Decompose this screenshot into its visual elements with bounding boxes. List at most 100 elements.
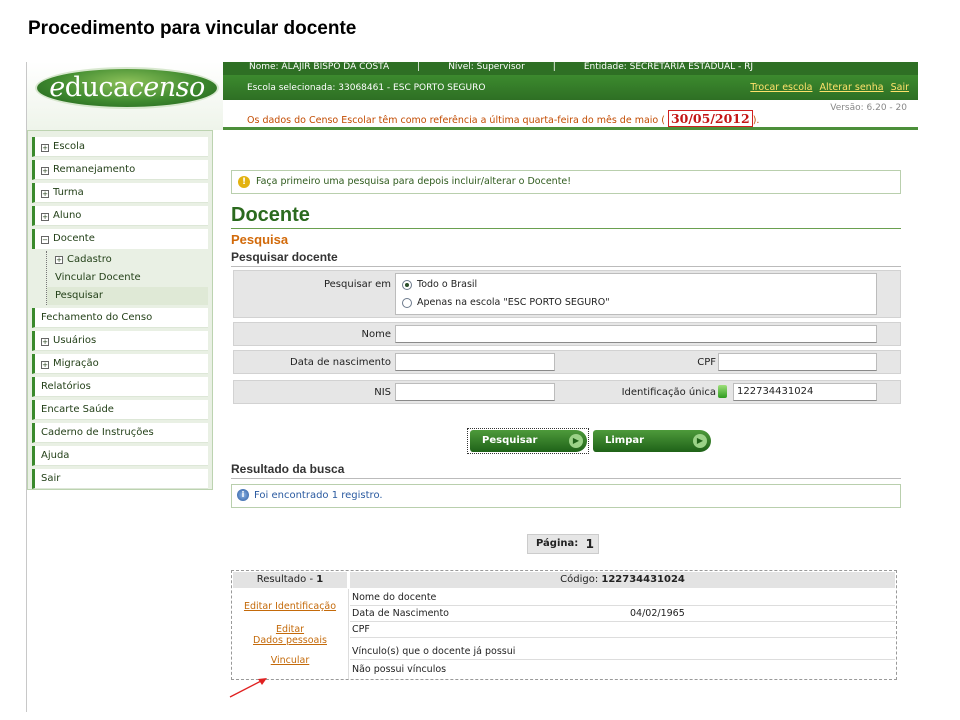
editar-identificacao-link[interactable]: Editar Identificação — [234, 601, 346, 612]
sidebar-item-relatorios[interactable]: Relatórios — [32, 377, 208, 397]
sidebar-item-label: Relatórios — [41, 381, 91, 392]
expand-icon: + — [41, 167, 49, 175]
notice-bar: Versão: 6.20 - 20 Os dados do Censo Esco… — [223, 100, 918, 130]
warning-text: Faça primeiro uma pesquisa para depois i… — [256, 176, 572, 187]
sidebar-item-remanejamento[interactable]: + Remanejamento — [32, 160, 208, 180]
submenu-label: Cadastro — [67, 254, 112, 265]
result-code-header: Código: 122734431024 — [350, 572, 895, 588]
radio-selected-icon — [402, 279, 412, 290]
sidebar-item-turma[interactable]: + Turma — [32, 183, 208, 203]
search-section-title: Pesquisar docente — [231, 250, 901, 267]
sidebar-item-label: Aluno — [53, 210, 82, 221]
app-window: educacenso Nome: ALAJIR BISPO DA COSTA | N… — [26, 62, 918, 712]
radio-todo-brasil[interactable]: Todo o Brasil — [402, 279, 477, 290]
header-links: Trocar escola Alterar senha Sair — [746, 82, 909, 93]
expand-icon: + — [41, 338, 49, 346]
logo-area: educacenso — [27, 62, 223, 130]
sidebar-menu: + Escola + Remanejamento + Turma + Aluno − Do… — [27, 130, 213, 490]
limpar-button[interactable]: Limpar ▶ — [593, 430, 711, 452]
sidebar-item-usuarios[interactable]: + Usuários — [32, 331, 208, 351]
nascimento-cpf-row: Data de nascimento CPF — [233, 350, 901, 374]
submenu-item-pesquisar[interactable]: Pesquisar — [47, 287, 208, 305]
editar-dados-link[interactable]: Editar Dados pessoais — [234, 624, 346, 646]
sidebar-item-aluno[interactable]: + Aluno — [32, 206, 208, 226]
result-section-title: Resultado da busca — [231, 462, 901, 479]
radio-apenas-escola[interactable]: Apenas na escola "ESC PORTO SEGURO" — [402, 297, 610, 308]
pager: Página: 1 — [527, 534, 599, 554]
sidebar-item-label: Escola — [53, 141, 86, 152]
pesquisar-button-label: Pesquisar — [482, 435, 538, 446]
pesquisar-button[interactable]: Pesquisar ▶ — [470, 430, 587, 452]
app-header: educacenso Nome: ALAJIR BISPO DA COSTA | N… — [27, 62, 918, 130]
notice-date: 30/05/2012 — [667, 110, 753, 127]
sidebar-item-ajuda[interactable]: Ajuda — [32, 446, 208, 466]
nome-input[interactable] — [395, 325, 877, 343]
trocar-escola-link[interactable]: Trocar escola — [750, 82, 812, 93]
sidebar-item-label: Caderno de Instruções — [41, 427, 154, 438]
sidebar-item-caderno[interactable]: Caderno de Instruções — [32, 423, 208, 443]
search-scope-options: Todo o Brasil Apenas na escola "ESC PORT… — [395, 273, 877, 315]
sidebar-item-label: Ajuda — [41, 450, 70, 461]
main-content: ! Faça primeiro uma pesquisa para depois … — [231, 130, 918, 712]
census-notice: Os dados do Censo Escolar têm como refer… — [247, 110, 759, 127]
cpf-input[interactable] — [718, 353, 877, 371]
result-number-header: Resultado - 1 — [233, 572, 347, 588]
expand-icon: + — [55, 256, 63, 264]
sidebar-item-encarte-saude[interactable]: Encarte Saúde — [32, 400, 208, 420]
nascimento-input[interactable] — [395, 353, 555, 371]
notice-text: Os dados do Censo Escolar têm como refer… — [247, 115, 665, 126]
expand-icon: + — [41, 190, 49, 198]
nasc-value: 04/02/1965 — [630, 608, 685, 619]
warning-message: ! Faça primeiro uma pesquisa para depois … — [231, 170, 901, 194]
row-cpf: CPF — [350, 623, 895, 638]
page-title: Docente — [231, 204, 310, 226]
nascimento-label: Data de nascimento — [290, 357, 391, 368]
vincular-link[interactable]: Vincular — [234, 655, 346, 666]
alterar-senha-link[interactable]: Alterar senha — [820, 82, 884, 93]
annotation-arrow-icon — [229, 678, 267, 698]
row-nome-docente: Nome do docente — [350, 591, 895, 606]
educacenso-logo[interactable]: educacenso — [35, 67, 219, 109]
sidebar-item-label: Usuários — [53, 335, 97, 346]
code-value: 122734431024 — [601, 574, 685, 585]
sidebar-item-migracao[interactable]: + Migração — [32, 354, 208, 374]
sidebar-item-label: Turma — [53, 187, 84, 198]
nasc-label: Data de Nascimento — [352, 608, 449, 619]
sidebar-item-escola[interactable]: + Escola — [32, 137, 208, 157]
expand-icon: + — [41, 361, 49, 369]
user-entity: Entidade: SECRETARIA ESTADUAL - RJ — [583, 62, 754, 72]
info-message: i Foi encontrado 1 registro. — [231, 484, 901, 508]
collapse-icon: − — [41, 236, 49, 244]
expand-icon: + — [41, 144, 49, 152]
cpf-label: CPF — [697, 357, 716, 368]
nome-row: Nome — [233, 322, 901, 346]
id-unica-label: Identificação única — [621, 387, 716, 398]
sidebar-item-label: Fechamento do Censo — [41, 312, 153, 323]
user-name: Nome: ALAJIR BISPO DA COSTA — [249, 62, 390, 72]
sidebar-item-label: Remanejamento — [53, 164, 136, 175]
radio-label: Todo o Brasil — [417, 279, 478, 290]
sidebar-item-fechamento[interactable]: Fechamento do Censo — [32, 308, 208, 328]
submenu-item-vincular-docente[interactable]: Vincular Docente — [47, 269, 208, 287]
docente-submenu: + Cadastro Vincular Docente Pesquisar — [46, 251, 208, 305]
limpar-button-label: Limpar — [605, 435, 645, 446]
expand-icon: + — [41, 213, 49, 221]
search-scope-label: Pesquisar em — [323, 279, 391, 290]
search-scope-row: Pesquisar em Todo o Brasil Apenas na esc… — [233, 270, 901, 318]
sidebar-item-sair[interactable]: Sair — [32, 469, 208, 489]
valid-indicator-icon — [718, 385, 731, 398]
pager-current-page[interactable]: 1 — [586, 535, 594, 553]
result-label: Resultado - — [256, 574, 317, 585]
nis-input[interactable] — [395, 383, 555, 401]
pager-label: Página: — [536, 538, 579, 549]
sair-link[interactable]: Sair — [891, 82, 909, 93]
result-number: 1 — [316, 574, 324, 585]
dados-pessoais-label: Dados pessoais — [253, 635, 327, 646]
warning-icon: ! — [238, 175, 250, 188]
sidebar-item-label: Docente — [53, 233, 95, 244]
submenu-item-cadastro[interactable]: + Cadastro — [47, 251, 208, 269]
sidebar-item-docente[interactable]: − Docente — [32, 229, 208, 249]
result-record: Resultado - 1 Código: 122734431024 Edita… — [231, 570, 897, 680]
id-unica-input[interactable]: 122734431024 — [733, 383, 877, 401]
row-sem-vinculos: Não possui vínculos — [352, 664, 447, 675]
